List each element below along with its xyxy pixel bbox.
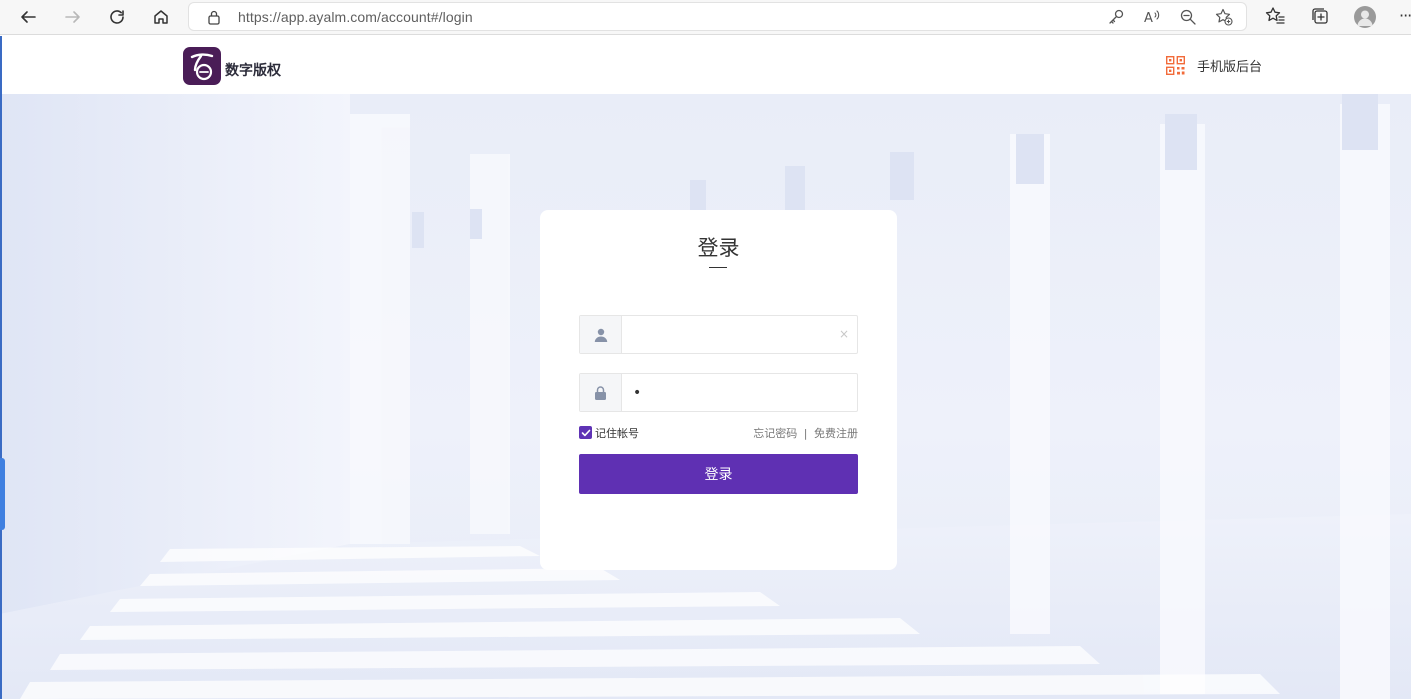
forgot-password-link[interactable]: 忘记密码 [753, 427, 797, 440]
window-left-edge [0, 36, 2, 699]
browser-toolbar: https://app.ayalm.com/account#/login A ·… [0, 0, 1411, 35]
more-icon[interactable]: ··· [1399, 6, 1411, 25]
link-separator: | [803, 427, 808, 440]
key-icon[interactable] [1107, 8, 1125, 26]
profile-button[interactable] [1354, 6, 1376, 28]
read-aloud-icon[interactable]: A [1143, 8, 1161, 26]
forward-button[interactable] [57, 2, 89, 32]
collections-button[interactable] [1309, 5, 1331, 27]
username-field[interactable]: × [579, 315, 858, 354]
site-header: 数字版权 手机版后台 [0, 36, 1411, 94]
refresh-button[interactable] [101, 2, 133, 32]
favorites-icon [1265, 7, 1285, 24]
back-arrow-icon [21, 11, 36, 23]
remember-checkbox[interactable] [579, 426, 592, 439]
password-field[interactable] [579, 373, 858, 412]
logo[interactable] [183, 47, 221, 85]
lock-icon [208, 10, 220, 25]
collections-icon [1312, 8, 1328, 24]
login-card: 登录 × 记住帐号 忘记密码 | 免费注册 登录 [540, 210, 897, 570]
svg-text:A: A [1144, 11, 1153, 26]
lock-icon [595, 385, 606, 400]
logo-mark-icon [190, 53, 214, 81]
login-title: 登录 [697, 236, 740, 260]
clear-icon[interactable]: × [839, 327, 849, 341]
favorites-button[interactable] [1264, 5, 1286, 27]
url-text: https://app.ayalm.com/account#/login [238, 9, 473, 25]
zoom-out-icon[interactable] [1179, 8, 1197, 26]
add-favorite-icon[interactable] [1215, 8, 1233, 26]
remember-label[interactable]: 记住帐号 [595, 425, 639, 441]
password-prefix [580, 374, 622, 411]
username-prefix [580, 316, 622, 353]
qr-code-icon[interactable] [1166, 56, 1185, 75]
address-bar[interactable]: https://app.ayalm.com/account#/login A [188, 2, 1247, 31]
mobile-admin-link[interactable]: 手机版后台 [1197, 56, 1262, 75]
remember-row: 记住帐号 忘记密码 | 免费注册 [579, 425, 858, 441]
home-icon [154, 10, 168, 24]
refresh-icon [110, 10, 124, 24]
back-button[interactable] [12, 2, 44, 32]
side-tab[interactable] [0, 458, 5, 530]
check-icon [581, 429, 590, 436]
forward-arrow-icon [65, 11, 80, 23]
home-button[interactable] [145, 2, 177, 32]
register-link[interactable]: 免费注册 [814, 427, 858, 440]
account-links: 忘记密码 | 免费注册 [753, 425, 858, 441]
profile-icon [1357, 10, 1373, 26]
title-underline [709, 267, 727, 268]
password-input[interactable] [623, 374, 837, 411]
username-input[interactable] [623, 316, 837, 353]
user-icon [594, 328, 607, 342]
login-button[interactable]: 登录 [579, 454, 858, 494]
site-name: 数字版权 [225, 63, 281, 79]
